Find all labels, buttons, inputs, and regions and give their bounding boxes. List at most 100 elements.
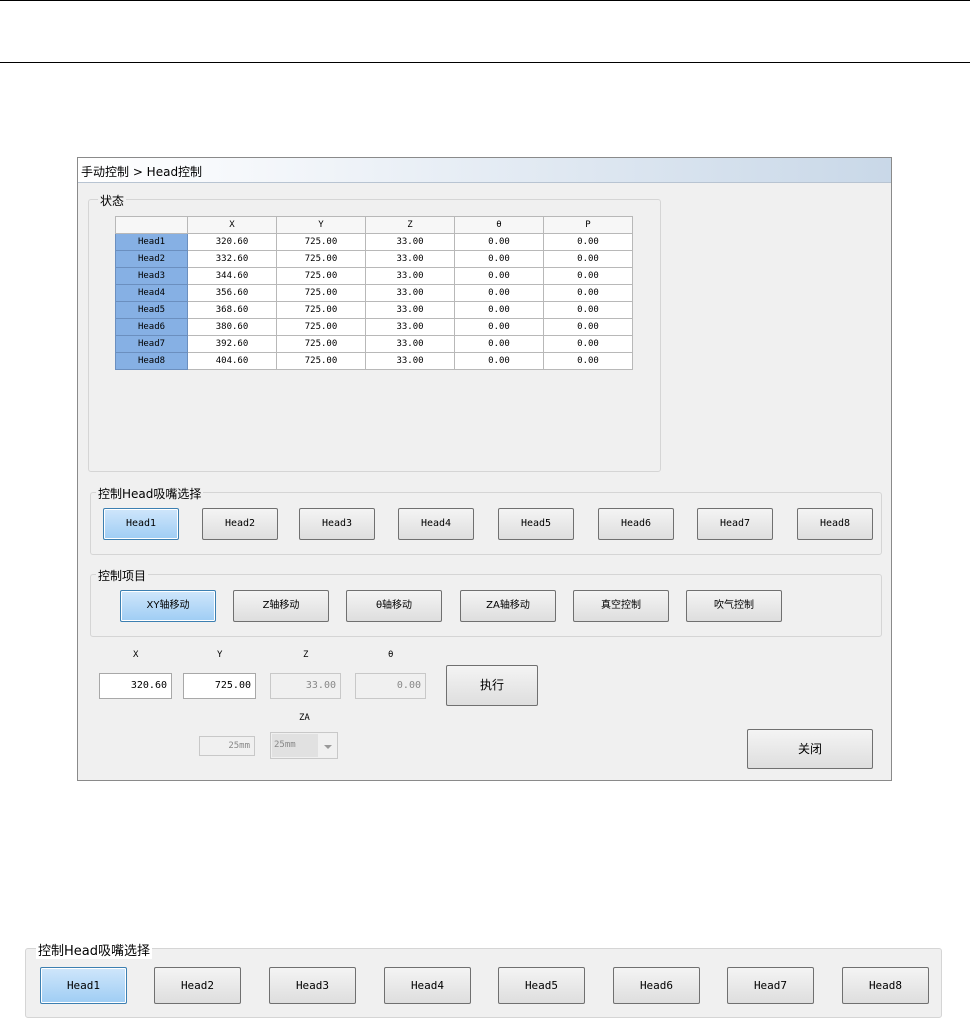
zoom-head2-button[interactable]: Head2	[154, 967, 241, 1004]
column-header	[115, 216, 188, 234]
head-select-label: 控制Head吸嘴选择	[96, 485, 204, 502]
theta-move-button[interactable]: θ轴移动	[346, 590, 442, 622]
cell-y: 725.00	[276, 335, 366, 353]
cell-y: 725.00	[276, 267, 366, 285]
cell-y: 725.00	[276, 318, 366, 336]
cell-z: 33.00	[365, 267, 455, 285]
control-items-label: 控制项目	[96, 567, 149, 584]
cell-y: 725.00	[276, 284, 366, 302]
row-header: Head5	[115, 301, 188, 319]
vacuum-control-button[interactable]: 真空控制	[573, 590, 669, 622]
cell-z: 33.00	[365, 335, 455, 353]
head2-button[interactable]: Head2	[202, 508, 278, 540]
zoom-head1-button[interactable]: Head1	[40, 967, 127, 1004]
zoom-head8-button[interactable]: Head8	[842, 967, 929, 1004]
z-field[interactable]: 33.00	[270, 673, 341, 699]
z-move-button[interactable]: Z轴移动	[233, 590, 329, 622]
cell-p: 0.00	[543, 284, 633, 302]
cell-z: 33.00	[365, 301, 455, 319]
row-header: Head6	[115, 318, 188, 336]
cell-p: 0.00	[543, 233, 633, 251]
cell-p: 0.00	[543, 335, 633, 353]
cell-y: 725.00	[276, 233, 366, 251]
zoom-head3-button[interactable]: Head3	[269, 967, 356, 1004]
row-header: Head7	[115, 335, 188, 353]
cell-p: 0.00	[543, 352, 633, 370]
za-label: ZA	[299, 713, 310, 723]
cell-z: 33.00	[365, 284, 455, 302]
table-row[interactable]: Head2 332.60 725.00 33.00 0.00 0.00	[115, 250, 633, 268]
table-row[interactable]: Head7 392.60 725.00 33.00 0.00 0.00	[115, 335, 633, 353]
table-row[interactable]: Head3 344.60 725.00 33.00 0.00 0.00	[115, 267, 633, 285]
dialog-title: 手动控制 > Head控制	[81, 165, 203, 179]
theta-label: θ	[388, 650, 394, 660]
column-header: P	[543, 216, 633, 234]
status-table: X Y Z θ P Head1 320.60 725.00 33.00 0.00…	[115, 216, 633, 370]
head3-button[interactable]: Head3	[299, 508, 375, 540]
header-rule	[0, 62, 970, 63]
execute-button[interactable]: 执行	[446, 665, 538, 706]
blow-control-button[interactable]: 吹气控制	[686, 590, 782, 622]
column-header: X	[187, 216, 277, 234]
cell-theta: 0.00	[454, 267, 544, 285]
z-label: Z	[303, 650, 309, 660]
cell-x: 380.60	[187, 318, 277, 336]
cell-theta: 0.00	[454, 250, 544, 268]
column-header: Y	[276, 216, 366, 234]
top-rule	[0, 0, 970, 1]
row-header: Head1	[115, 233, 188, 251]
cell-x: 356.60	[187, 284, 277, 302]
table-row[interactable]: Head8 404.60 725.00 33.00 0.00 0.00	[115, 352, 633, 370]
cell-p: 0.00	[543, 301, 633, 319]
cell-theta: 0.00	[454, 352, 544, 370]
head6-button[interactable]: Head6	[598, 508, 674, 540]
cell-x: 392.60	[187, 335, 277, 353]
cell-p: 0.00	[543, 318, 633, 336]
theta-field[interactable]: 0.00	[355, 673, 426, 699]
zoom-head4-button[interactable]: Head4	[384, 967, 471, 1004]
cell-z: 33.00	[365, 250, 455, 268]
cell-y: 725.00	[276, 352, 366, 370]
za-size-field[interactable]: 25mm	[199, 736, 255, 756]
row-header: Head4	[115, 284, 188, 302]
head4-button[interactable]: Head4	[398, 508, 474, 540]
table-header-row: X Y Z θ P	[115, 216, 633, 234]
za-select-value: 25mm	[272, 734, 318, 757]
cell-theta: 0.00	[454, 318, 544, 336]
cell-x: 368.60	[187, 301, 277, 319]
table-row[interactable]: Head6 380.60 725.00 33.00 0.00 0.00	[115, 318, 633, 336]
head1-button[interactable]: Head1	[103, 508, 179, 540]
column-header: Z	[365, 216, 455, 234]
cell-theta: 0.00	[454, 284, 544, 302]
za-select[interactable]: 25mm	[270, 732, 338, 759]
y-field[interactable]: 725.00	[183, 673, 256, 699]
row-header: Head8	[115, 352, 188, 370]
x-field[interactable]: 320.60	[99, 673, 172, 699]
head7-button[interactable]: Head7	[697, 508, 773, 540]
cell-theta: 0.00	[454, 335, 544, 353]
close-button[interactable]: 关闭	[747, 729, 873, 769]
cell-p: 0.00	[543, 267, 633, 285]
head-control-dialog: 手动控制 > Head控制 状态 X Y Z θ P Head1 320.60 …	[77, 157, 892, 781]
zoom-head7-button[interactable]: Head7	[727, 967, 814, 1004]
zoomed-head-select-label: 控制Head吸嘴选择	[36, 940, 152, 959]
cell-x: 332.60	[187, 250, 277, 268]
head8-button[interactable]: Head8	[797, 508, 873, 540]
cell-x: 404.60	[187, 352, 277, 370]
status-group-label: 状态	[98, 192, 127, 209]
row-header: Head2	[115, 250, 188, 268]
cell-x: 320.60	[187, 233, 277, 251]
table-row[interactable]: Head1 320.60 725.00 33.00 0.00 0.00	[115, 233, 633, 251]
cell-y: 725.00	[276, 250, 366, 268]
dialog-titlebar: 手动控制 > Head控制	[78, 158, 891, 183]
row-header: Head3	[115, 267, 188, 285]
cell-theta: 0.00	[454, 301, 544, 319]
zoom-head6-button[interactable]: Head6	[613, 967, 700, 1004]
table-row[interactable]: Head4 356.60 725.00 33.00 0.00 0.00	[115, 284, 633, 302]
za-move-button[interactable]: ZA轴移动	[460, 590, 556, 622]
zoom-head5-button[interactable]: Head5	[498, 967, 585, 1004]
y-label: Y	[217, 650, 223, 660]
xy-move-button[interactable]: XY轴移动	[120, 590, 216, 622]
table-row[interactable]: Head5 368.60 725.00 33.00 0.00 0.00	[115, 301, 633, 319]
head5-button[interactable]: Head5	[498, 508, 574, 540]
